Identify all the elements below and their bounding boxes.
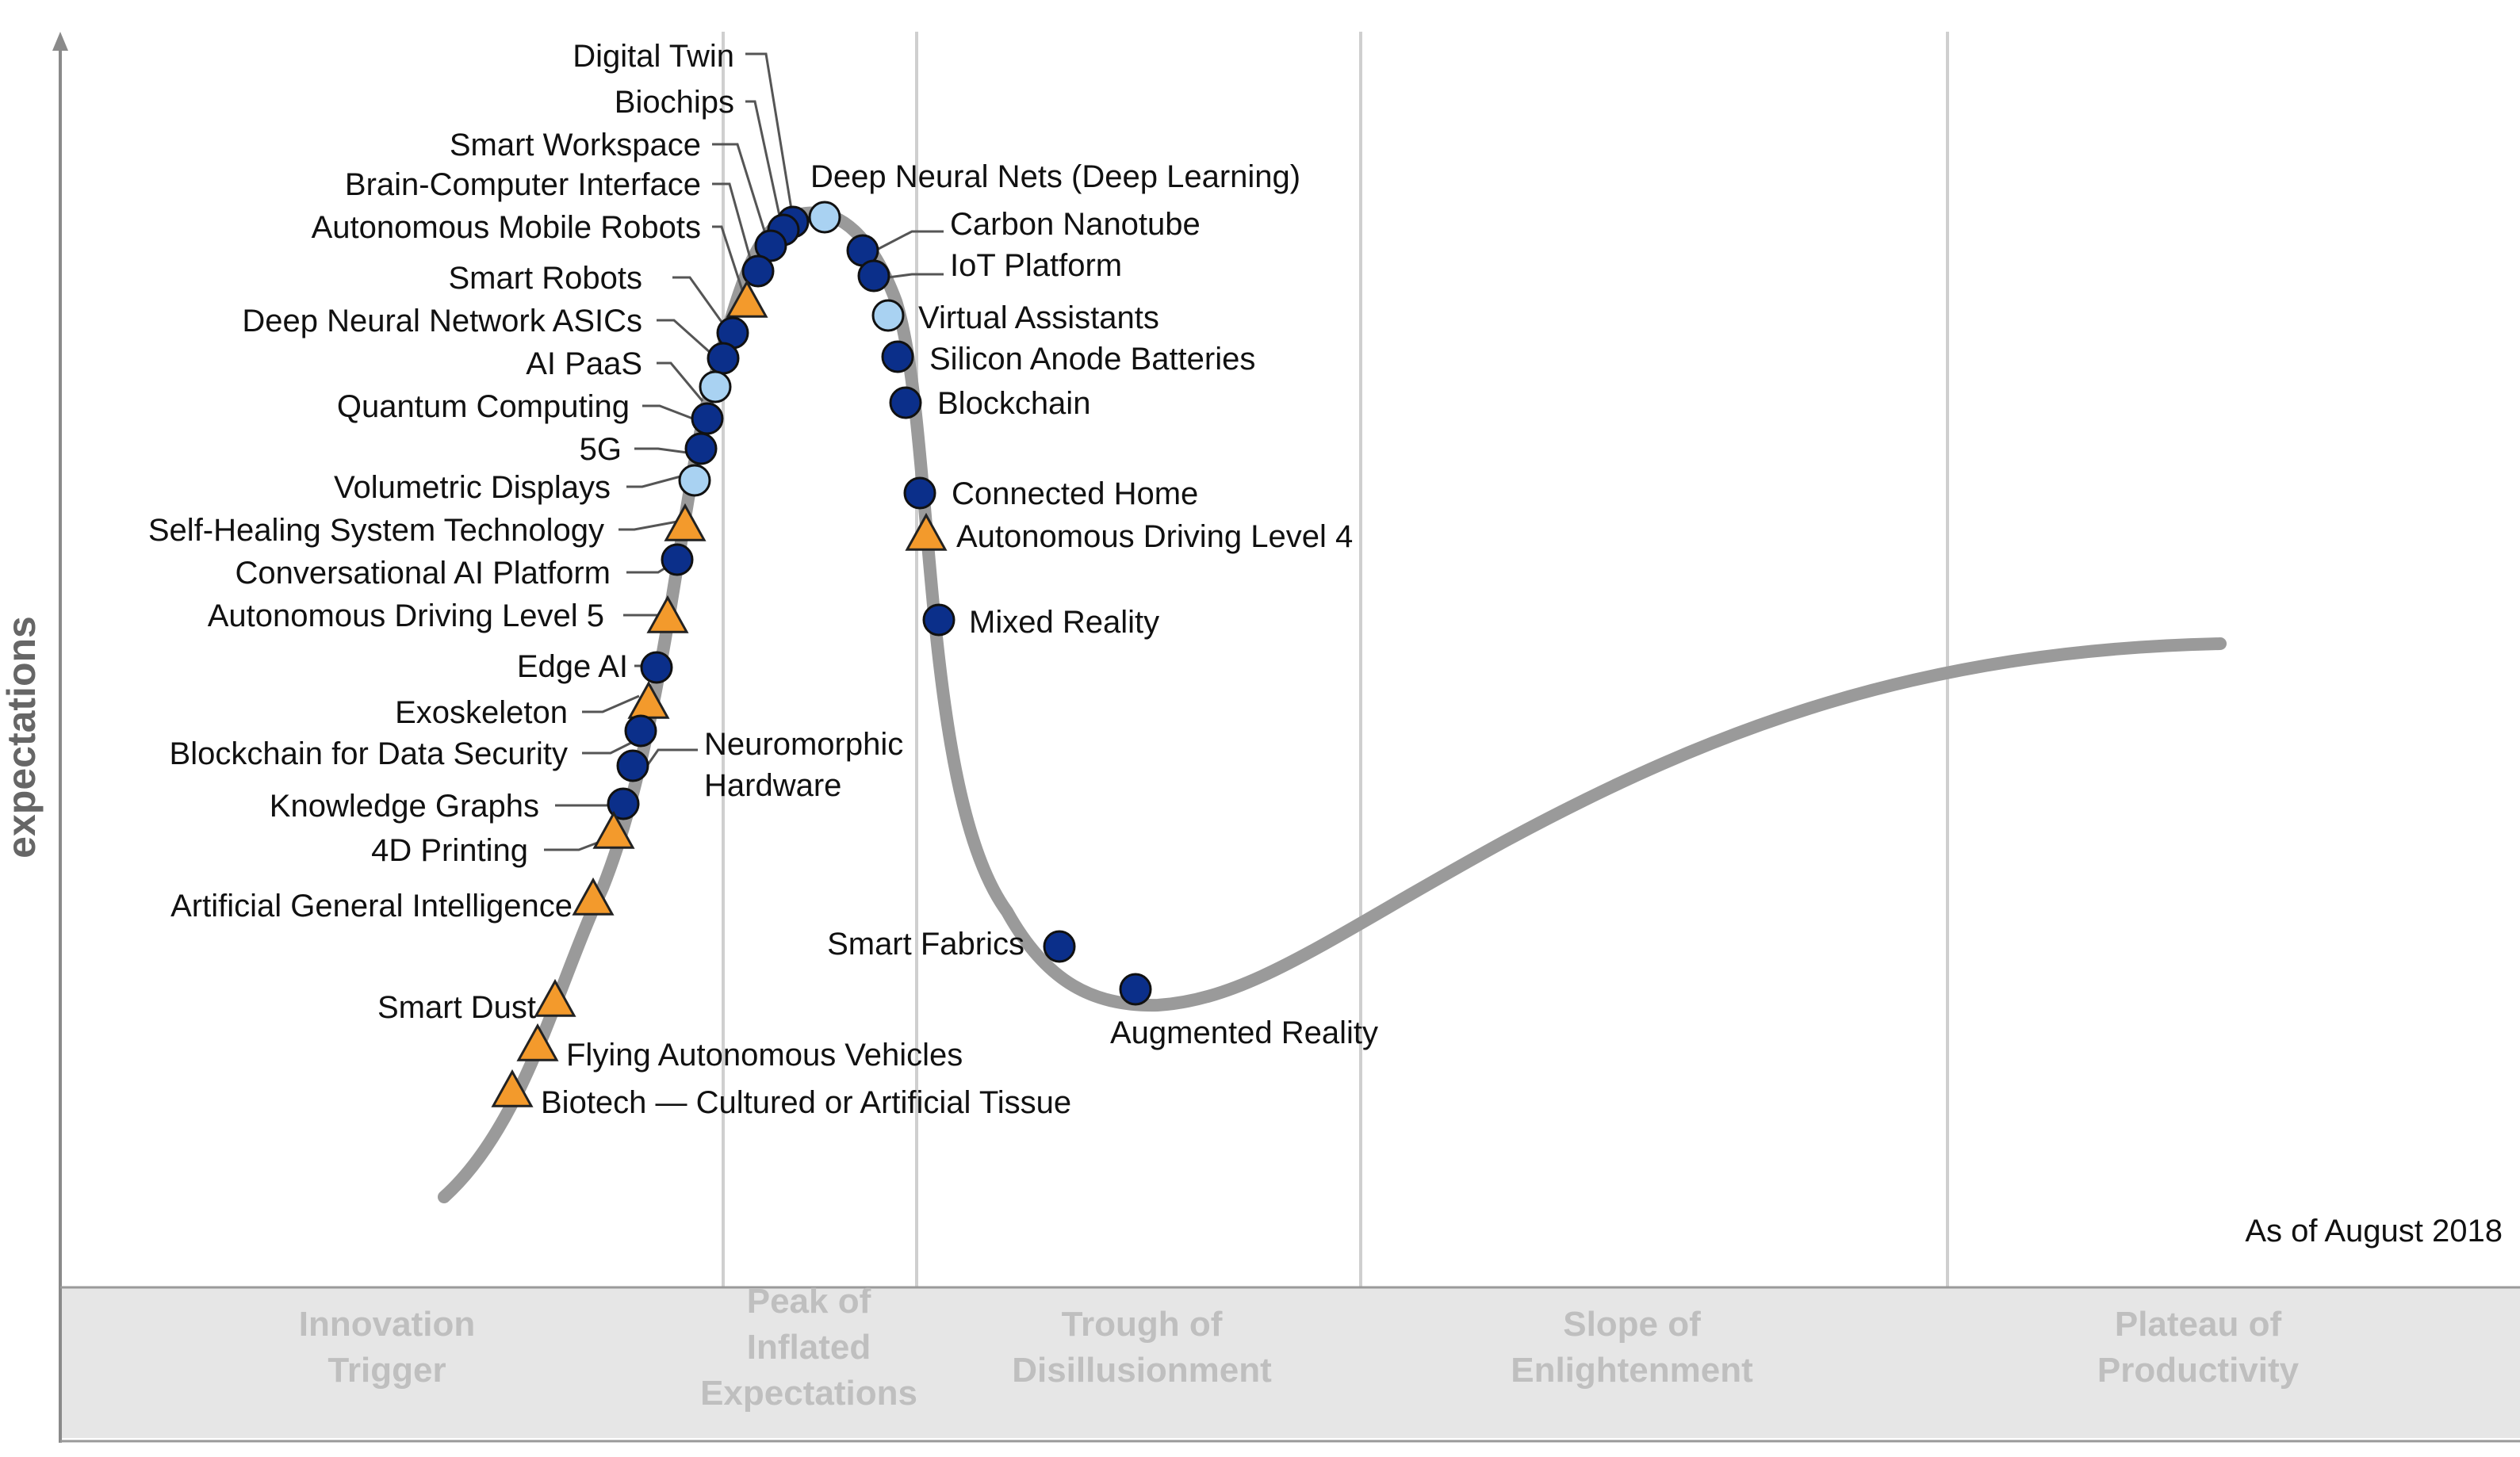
ai-paas-label: AI PaaS	[526, 346, 642, 381]
neuromorphic-hardware-label: Neuromorphic Hardware	[704, 727, 903, 803]
4d-printing-label: 4D Printing	[371, 833, 528, 868]
volumetric-displays-label: Volumetric Displays	[334, 470, 611, 505]
as-of-date: As of August 2018	[2245, 1214, 2503, 1249]
y-axis-label: expectations	[0, 616, 44, 859]
quantum-computing-label: Quantum Computing	[337, 389, 630, 424]
conversational-ai-platform-marker	[661, 543, 694, 576]
5g-marker	[684, 432, 718, 465]
edge-ai-label: Edge AI	[517, 649, 628, 684]
conversational-ai-platform-label: Conversational AI Platform	[235, 556, 611, 591]
quantum-computing-marker	[691, 402, 724, 435]
phase-title-line: Trough of	[1062, 1305, 1223, 1344]
phase-title-line: Slope of	[1563, 1305, 1701, 1344]
phase-title-line: Inflated	[747, 1328, 871, 1367]
iot-platform-marker	[857, 259, 890, 293]
smart-fabrics-label: Smart Fabrics	[827, 927, 1024, 962]
phase-title-line: Productivity	[2097, 1351, 2300, 1390]
autonomous-driving-level-5-label: Autonomous Driving Level 5	[208, 598, 604, 633]
volumetric-displays-marker	[678, 464, 711, 497]
blockchain-marker	[889, 386, 922, 419]
mixed-reality-label: Mixed Reality	[969, 605, 1159, 640]
edge-ai-marker	[640, 651, 673, 684]
connected-home-marker	[903, 476, 936, 510]
blockchain-label: Blockchain	[937, 386, 1090, 421]
deep-neural-network-asics-marker	[707, 342, 740, 375]
blockchain-for-data-security-marker	[624, 714, 657, 748]
neuromorphic-hardware-marker	[616, 749, 649, 782]
digital-twin-label: Digital Twin	[573, 39, 734, 74]
smart-robots-label: Smart Robots	[448, 261, 642, 296]
iot-platform-label: IoT Platform	[950, 248, 1122, 283]
deep-neural-network-asics-label: Deep Neural Network ASICs	[242, 304, 642, 338]
deep-neural-nets-label: Deep Neural Nets (Deep Learning)	[810, 159, 1300, 194]
phase-title-line: Expectations	[700, 1374, 917, 1413]
smart-workspace-label: Smart Workspace	[450, 128, 701, 163]
silicon-anode-batteries-marker	[881, 340, 914, 373]
5g-label: 5G	[580, 432, 622, 467]
y-axis-arrow-icon	[52, 32, 68, 51]
hype-cycle-diagram: expectations Digital Twin Biochips Smart W…	[0, 32, 2520, 1443]
carbon-nanotube-label: Carbon Nanotube	[950, 207, 1201, 242]
ai-paas-marker	[699, 370, 732, 403]
deep-neural-nets-marker	[808, 201, 841, 234]
autonomous-driving-level-4-marker	[905, 512, 948, 551]
autonomous-mobile-robots-label: Autonomous Mobile Robots	[312, 210, 701, 245]
phase-title-line: Trigger	[327, 1351, 446, 1390]
phase-title-line: Innovation	[299, 1305, 475, 1344]
silicon-anode-batteries-label: Silicon Anode Batteries	[929, 342, 1255, 377]
mixed-reality-marker	[922, 603, 956, 637]
virtual-assistants-label: Virtual Assistants	[918, 300, 1159, 335]
phase-title-line: Disillusionment	[1012, 1351, 1272, 1390]
virtual-assistants-marker	[871, 299, 905, 332]
smart-fabrics-marker	[1043, 930, 1076, 963]
blockchain-for-data-security-label: Blockchain for Data Security	[170, 736, 568, 771]
augmented-reality-label: Augmented Reality	[1110, 1015, 1378, 1050]
autonomous-driving-level-4-label: Autonomous Driving Level 4	[956, 519, 1353, 554]
biotech-cultured-or-artificial-tissue-label: Biotech — Cultured or Artificial Tissue	[541, 1085, 1071, 1120]
augmented-reality-marker	[1119, 973, 1152, 1006]
artificial-general-intelligence-label: Artificial General Intelligence	[170, 889, 573, 924]
biochips-label: Biochips	[615, 85, 734, 120]
brain-computer-interface-label: Brain-Computer Interface	[345, 167, 701, 202]
phase-title-line: Plateau of	[2115, 1305, 2282, 1344]
phase-title-line: Peak of	[747, 1282, 871, 1321]
connected-home-label: Connected Home	[952, 476, 1198, 511]
flying-autonomous-vehicles-label: Flying Autonomous Vehicles	[566, 1038, 963, 1073]
self-healing-system-technology-label: Self-Healing System Technology	[148, 513, 604, 548]
knowledge-graphs-label: Knowledge Graphs	[270, 789, 539, 824]
exoskeleton-label: Exoskeleton	[395, 695, 568, 730]
phase-title-line: Enlightenment	[1511, 1351, 1753, 1390]
smart-dust-label: Smart Dust	[377, 990, 536, 1025]
